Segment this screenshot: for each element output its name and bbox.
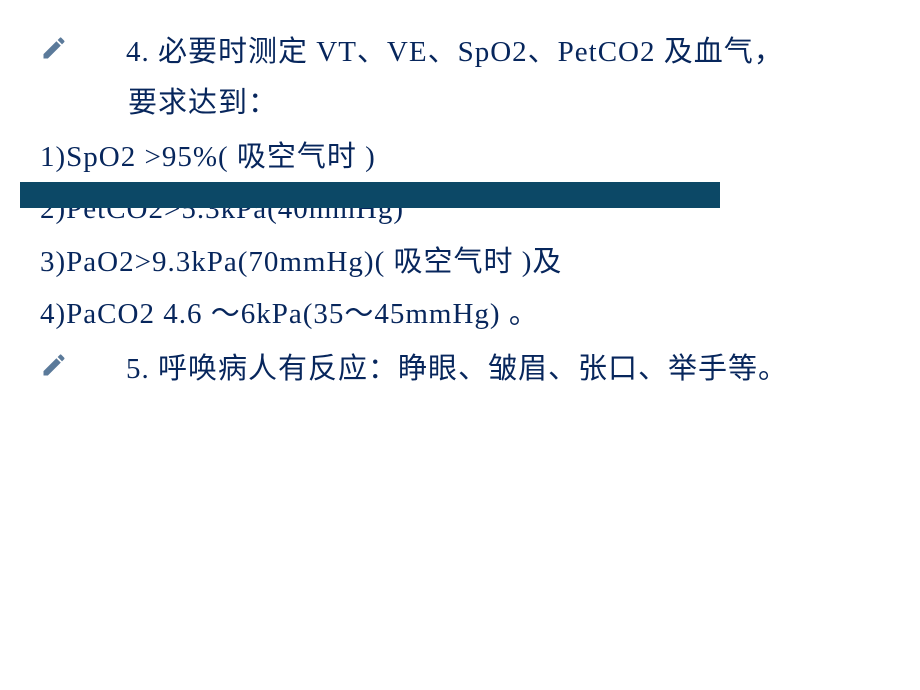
pencil-icon <box>40 34 68 62</box>
slide-content: 4. 必要时测定 VT、VE、SpO2、PetCO2 及血气， 要求达到： 1)… <box>0 0 920 690</box>
sub-line-1: 1)SpO2 >95%( 吸空气时 ) <box>40 134 880 180</box>
sub-line-3: 3)PaO2>9.3kPa(70mmHg)( 吸空气时 )及 <box>40 239 880 285</box>
pencil-icon <box>40 351 68 379</box>
item5-text: 5. 呼唤病人有反应：睁眼、皱眉、张口、举手等。 <box>126 353 788 385</box>
bullet-text-wrap: 4. 必要时测定 VT、VE、SpO2、PetCO2 及血气， <box>78 30 784 75</box>
decorative-bar <box>20 182 720 208</box>
item4-text: 4. 必要时测定 VT、VE、SpO2、PetCO2 及血气， <box>126 36 784 68</box>
item4-continue: 要求达到： <box>40 81 880 126</box>
sub-line-4: 4)PaCO2 4.6 ～6kPa(35～45mmHg) 。 <box>40 291 880 337</box>
bullet-text-wrap: 5. 呼唤病人有反应：睁眼、皱眉、张口、举手等。 <box>78 347 788 392</box>
bullet-item-4: 4. 必要时测定 VT、VE、SpO2、PetCO2 及血气， <box>40 30 880 75</box>
bullet-item-5: 5. 呼唤病人有反应：睁眼、皱眉、张口、举手等。 <box>40 347 880 392</box>
